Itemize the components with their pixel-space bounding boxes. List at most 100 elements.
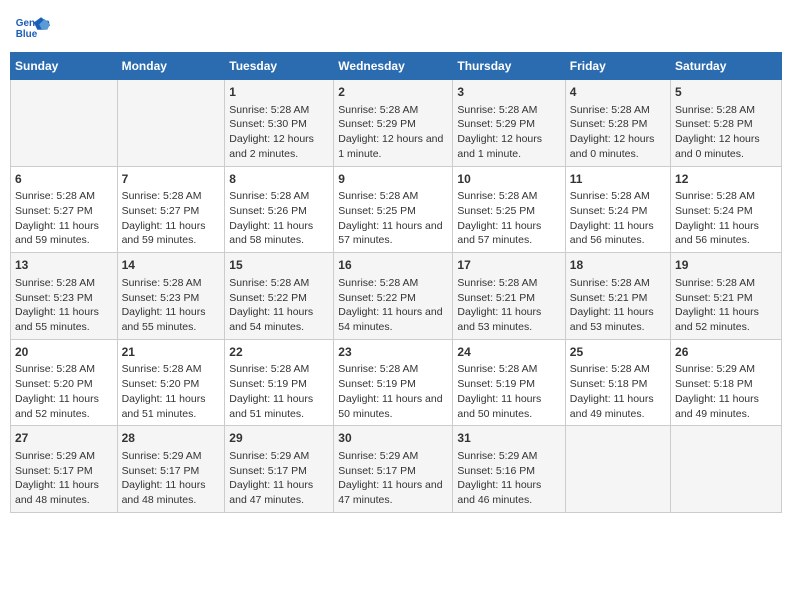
day-number: 18	[570, 257, 666, 274]
day-number: 10	[457, 171, 560, 188]
calendar-cell: 11Sunrise: 5:28 AMSunset: 5:24 PMDayligh…	[565, 166, 670, 253]
day-info: Sunrise: 5:28 AMSunset: 5:20 PMDaylight:…	[15, 362, 113, 421]
day-number: 9	[338, 171, 448, 188]
day-number: 5	[675, 84, 777, 101]
calendar-cell: 27 Sunrise: 5:29 AMSunset: 5:17 PMDayligh…	[11, 426, 118, 513]
calendar-cell: 26Sunrise: 5:29 AMSunset: 5:18 PMDayligh…	[671, 339, 782, 426]
day-number: 2	[338, 84, 448, 101]
calendar-cell	[671, 426, 782, 513]
calendar-cell	[117, 80, 225, 167]
day-info: Sunrise: 5:28 AMSunset: 5:23 PMDaylight:…	[122, 276, 221, 335]
calendar-cell: 12Sunrise: 5:28 AMSunset: 5:24 PMDayligh…	[671, 166, 782, 253]
day-number: 1	[229, 84, 329, 101]
day-number: 24	[457, 344, 560, 361]
logo-icon: General Blue	[14, 10, 50, 46]
day-number: 11	[570, 171, 666, 188]
col-header-thursday: Thursday	[453, 53, 565, 80]
day-number: 27	[15, 430, 113, 447]
day-number: 16	[338, 257, 448, 274]
col-header-friday: Friday	[565, 53, 670, 80]
day-info: Sunrise: 5:28 AMSunset: 5:30 PMDaylight:…	[229, 103, 329, 162]
calendar-cell: 10Sunrise: 5:28 AMSunset: 5:25 PMDayligh…	[453, 166, 565, 253]
day-number: 28	[122, 430, 221, 447]
calendar-cell	[565, 426, 670, 513]
day-number: 19	[675, 257, 777, 274]
day-info: Sunrise: 5:28 AMSunset: 5:19 PMDaylight:…	[457, 362, 560, 421]
calendar-header: SundayMondayTuesdayWednesdayThursdayFrid…	[11, 53, 782, 80]
day-info: Sunrise: 5:28 AMSunset: 5:20 PMDaylight:…	[122, 362, 221, 421]
day-info: Sunrise: 5:28 AMSunset: 5:18 PMDaylight:…	[570, 362, 666, 421]
calendar-cell: 19 Sunrise: 5:28 AMSunset: 5:21 PMDayligh…	[671, 253, 782, 340]
calendar-cell: 4Sunrise: 5:28 AMSunset: 5:28 PMDaylight…	[565, 80, 670, 167]
day-info: Sunrise: 5:29 AMSunset: 5:16 PMDaylight:…	[457, 449, 560, 508]
calendar-cell: 25Sunrise: 5:28 AMSunset: 5:18 PMDayligh…	[565, 339, 670, 426]
day-info: Sunrise: 5:28 AMSunset: 5:27 PMDaylight:…	[122, 189, 221, 248]
day-number: 30	[338, 430, 448, 447]
day-number: 8	[229, 171, 329, 188]
col-header-sunday: Sunday	[11, 53, 118, 80]
day-info: Sunrise: 5:29 AMSunset: 5:17 PMDaylight:…	[15, 449, 113, 508]
calendar-cell: 9Sunrise: 5:28 AMSunset: 5:25 PMDaylight…	[334, 166, 453, 253]
calendar-week-4: 20Sunrise: 5:28 AMSunset: 5:20 PMDayligh…	[11, 339, 782, 426]
day-number: 26	[675, 344, 777, 361]
day-info: Sunrise: 5:28 AMSunset: 5:23 PMDaylight:…	[15, 276, 113, 335]
calendar-cell: 21Sunrise: 5:28 AMSunset: 5:20 PMDayligh…	[117, 339, 225, 426]
calendar-cell: 16 Sunrise: 5:28 AMSunset: 5:22 PMDayligh…	[334, 253, 453, 340]
calendar-cell: 17Sunrise: 5:28 AMSunset: 5:21 PMDayligh…	[453, 253, 565, 340]
day-info: Sunrise: 5:29 AMSunset: 5:17 PMDaylight:…	[229, 449, 329, 508]
calendar-cell: 28 Sunrise: 5:29 AMSunset: 5:17 PMDayligh…	[117, 426, 225, 513]
day-info: Sunrise: 5:28 AMSunset: 5:22 PMDaylight:…	[338, 276, 448, 335]
day-info: Sunrise: 5:28 AMSunset: 5:24 PMDaylight:…	[570, 189, 666, 248]
col-header-saturday: Saturday	[671, 53, 782, 80]
day-info: Sunrise: 5:28 AMSunset: 5:19 PMDaylight:…	[229, 362, 329, 421]
day-number: 13	[15, 257, 113, 274]
day-number: 31	[457, 430, 560, 447]
day-number: 22	[229, 344, 329, 361]
day-number: 23	[338, 344, 448, 361]
calendar-cell: 15 Sunrise: 5:28 AMSunset: 5:22 PMDayligh…	[225, 253, 334, 340]
day-info: Sunrise: 5:29 AMSunset: 5:18 PMDaylight:…	[675, 362, 777, 421]
logo: General Blue	[14, 10, 50, 46]
day-info: Sunrise: 5:28 AMSunset: 5:28 PMDaylight:…	[570, 103, 666, 162]
calendar-week-2: 6Sunrise: 5:28 AMSunset: 5:27 PMDaylight…	[11, 166, 782, 253]
col-header-wednesday: Wednesday	[334, 53, 453, 80]
day-info: Sunrise: 5:28 AMSunset: 5:25 PMDaylight:…	[457, 189, 560, 248]
day-number: 6	[15, 171, 113, 188]
day-info: Sunrise: 5:28 AMSunset: 5:25 PMDaylight:…	[338, 189, 448, 248]
calendar-cell: 2Sunrise: 5:28 AMSunset: 5:29 PMDaylight…	[334, 80, 453, 167]
calendar-cell: 30 Sunrise: 5:29 AMSunset: 5:17 PMDayligh…	[334, 426, 453, 513]
calendar-cell: 3Sunrise: 5:28 AMSunset: 5:29 PMDaylight…	[453, 80, 565, 167]
day-info: Sunrise: 5:28 AMSunset: 5:22 PMDaylight:…	[229, 276, 329, 335]
day-info: Sunrise: 5:28 AMSunset: 5:26 PMDaylight:…	[229, 189, 329, 248]
day-info: Sunrise: 5:28 AMSunset: 5:19 PMDaylight:…	[338, 362, 448, 421]
day-info: Sunrise: 5:29 AMSunset: 5:17 PMDaylight:…	[338, 449, 448, 508]
day-info: Sunrise: 5:28 AMSunset: 5:21 PMDaylight:…	[457, 276, 560, 335]
calendar-cell: 1 Sunrise: 5:28 AMSunset: 5:30 PMDaylight…	[225, 80, 334, 167]
calendar-cell: 24Sunrise: 5:28 AMSunset: 5:19 PMDayligh…	[453, 339, 565, 426]
day-number: 15	[229, 257, 329, 274]
calendar-table: SundayMondayTuesdayWednesdayThursdayFrid…	[10, 52, 782, 513]
day-info: Sunrise: 5:28 AMSunset: 5:27 PMDaylight:…	[15, 189, 113, 248]
calendar-cell: 31 Sunrise: 5:29 AMSunset: 5:16 PMDayligh…	[453, 426, 565, 513]
day-info: Sunrise: 5:28 AMSunset: 5:21 PMDaylight:…	[675, 276, 777, 335]
day-number: 20	[15, 344, 113, 361]
day-number: 29	[229, 430, 329, 447]
calendar-cell: 7Sunrise: 5:28 AMSunset: 5:27 PMDaylight…	[117, 166, 225, 253]
calendar-week-1: 1 Sunrise: 5:28 AMSunset: 5:30 PMDaylight…	[11, 80, 782, 167]
calendar-cell: 20Sunrise: 5:28 AMSunset: 5:20 PMDayligh…	[11, 339, 118, 426]
day-number: 21	[122, 344, 221, 361]
calendar-cell: 13 Sunrise: 5:28 AMSunset: 5:23 PMDayligh…	[11, 253, 118, 340]
page-header: General Blue	[10, 10, 782, 46]
calendar-cell: 5 Sunrise: 5:28 AMSunset: 5:28 PMDaylight…	[671, 80, 782, 167]
day-info: Sunrise: 5:29 AMSunset: 5:17 PMDaylight:…	[122, 449, 221, 508]
calendar-cell: 18Sunrise: 5:28 AMSunset: 5:21 PMDayligh…	[565, 253, 670, 340]
day-number: 14	[122, 257, 221, 274]
calendar-week-5: 27 Sunrise: 5:29 AMSunset: 5:17 PMDayligh…	[11, 426, 782, 513]
calendar-cell: 8Sunrise: 5:28 AMSunset: 5:26 PMDaylight…	[225, 166, 334, 253]
day-number: 12	[675, 171, 777, 188]
calendar-cell	[11, 80, 118, 167]
day-info: Sunrise: 5:28 AMSunset: 5:29 PMDaylight:…	[457, 103, 560, 162]
calendar-cell: 23Sunrise: 5:28 AMSunset: 5:19 PMDayligh…	[334, 339, 453, 426]
col-header-tuesday: Tuesday	[225, 53, 334, 80]
day-info: Sunrise: 5:28 AMSunset: 5:28 PMDaylight:…	[675, 103, 777, 162]
